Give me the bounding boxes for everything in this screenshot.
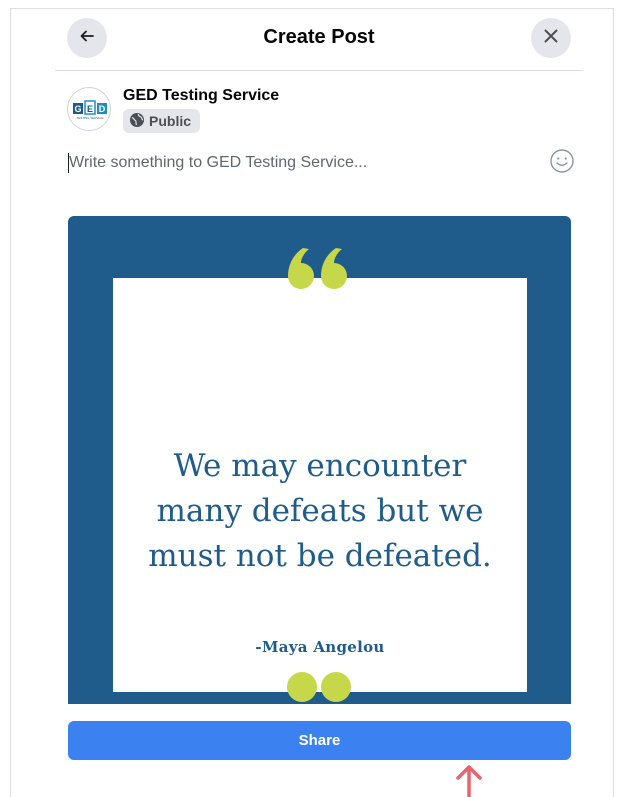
- dialog-title: Create Post: [263, 26, 375, 48]
- quote-card: We may encounter many defeats but we mus…: [113, 278, 527, 692]
- quote-text: We may encounter many defeats but we mus…: [113, 444, 527, 579]
- dialog-header: Create Post: [55, 10, 583, 71]
- author-name[interactable]: GED Testing Service: [123, 87, 279, 105]
- quote-author: -Maya Angelou: [255, 638, 385, 656]
- privacy-selector[interactable]: Public: [123, 109, 201, 133]
- arrow-up-icon: [455, 764, 483, 797]
- quote-line: We may encounter: [173, 448, 467, 484]
- quote-line: many defeats but we: [156, 493, 484, 529]
- open-quote-icon: [285, 240, 351, 299]
- emoji-button[interactable]: [548, 148, 576, 179]
- svg-text:G: G: [74, 104, 81, 114]
- smiley-icon: [549, 148, 575, 179]
- globe-icon: [129, 112, 145, 131]
- close-icon: [542, 27, 560, 50]
- post-image: We may encounter many defeats but we mus…: [68, 216, 571, 704]
- share-button[interactable]: Share: [68, 721, 571, 760]
- post-composer[interactable]: [68, 148, 576, 178]
- svg-text:E: E: [87, 104, 93, 114]
- ged-logo: G E D TESTING SERVICE: [73, 100, 107, 120]
- quote-line: must not be defeated.: [148, 538, 492, 574]
- privacy-label: Public: [149, 113, 192, 129]
- post-author: G E D TESTING SERVICE GED Testing Servic…: [67, 85, 467, 135]
- close-button[interactable]: [531, 18, 571, 58]
- svg-text:TESTING SERVICE: TESTING SERVICE: [77, 116, 104, 120]
- svg-text:D: D: [99, 104, 106, 114]
- post-text-input[interactable]: [68, 148, 528, 178]
- close-quote-icon: [286, 670, 352, 704]
- avatar[interactable]: G E D TESTING SERVICE: [67, 87, 111, 131]
